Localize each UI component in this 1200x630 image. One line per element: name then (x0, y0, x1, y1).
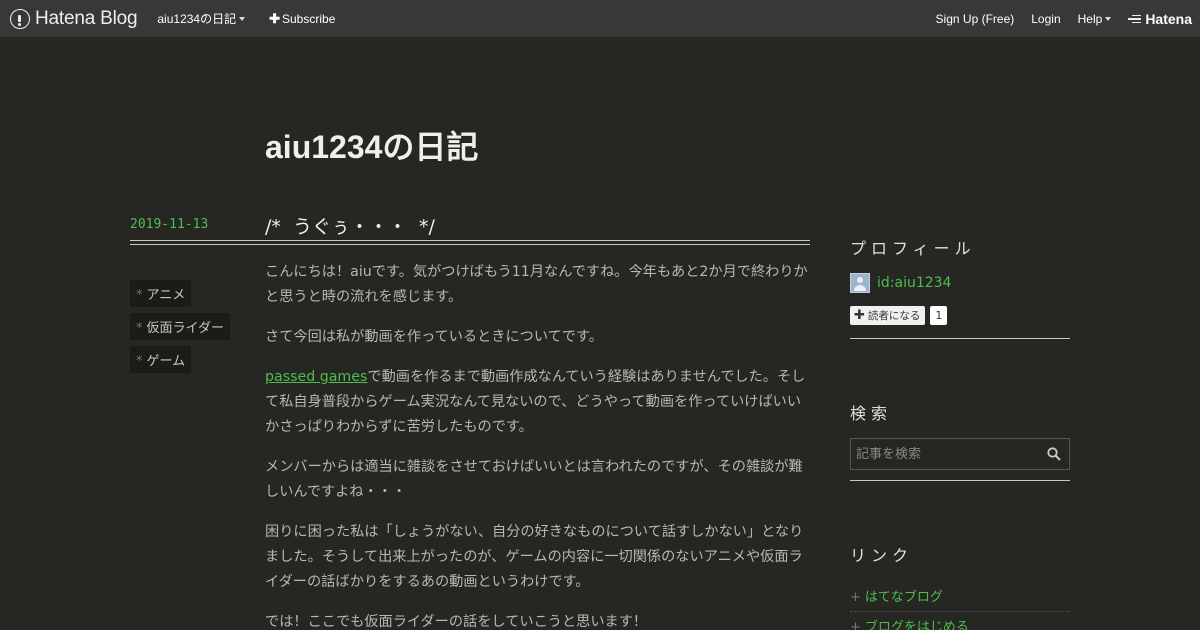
subscribe-button[interactable]: ✚ Subscribe (269, 11, 335, 27)
passed-games-link[interactable]: passed games (265, 369, 367, 385)
caret-down-icon (239, 16, 246, 21)
search-icon[interactable] (1047, 447, 1061, 461)
entry-date[interactable]: 2019-11-13 (130, 217, 208, 232)
category-label: ゲーム (146, 354, 186, 369)
paragraph: こんにちは！aiuです。気がつけばもう11月なんですね。今年もあと2か月で終わり… (265, 264, 808, 305)
link-hatena-blog[interactable]: + はてなブログ (850, 586, 1070, 612)
paragraph: では！ここでも仮面ライダーの話をしていこうと思います！ (265, 614, 648, 630)
login-link[interactable]: Login (1031, 12, 1060, 26)
profile-heading: プロフィール (850, 239, 976, 258)
hatena-logo[interactable]: Hatena (1128, 11, 1192, 27)
search-box (850, 438, 1070, 470)
paragraph: メンバーからは適当に雑談をさせておけばいいとは言われたのですが、その雑談が難しい… (265, 459, 803, 500)
paragraph: さて今回は私が動画を作っているときについてです。 (265, 329, 603, 345)
title-divider (130, 240, 810, 245)
link-start-blog[interactable]: + ブログをはじめる (850, 616, 1070, 630)
plus-icon: ✚ (854, 308, 865, 323)
right-nav: Sign Up (Free) Login Help Hatena (936, 11, 1200, 27)
signup-link[interactable]: Sign Up (Free) (936, 12, 1015, 26)
profile: id:aiu1234 (850, 273, 951, 293)
category-kamen-rider[interactable]: * 仮面ライダー (130, 313, 230, 340)
search-heading: 検索 (850, 404, 893, 423)
sidebar-divider (850, 338, 1070, 339)
hatena-blog-logo[interactable]: Hatena Blog (10, 7, 138, 30)
help-label: Help (1077, 11, 1103, 26)
category-label: 仮面ライダー (146, 321, 224, 336)
entry-content: こんにちは！aiuです。気がつけばもう11月なんですね。今年もあと2か月で終わり… (265, 260, 810, 630)
global-header: Hatena Blog aiu1234の日記 ✚ Subscribe Sign … (0, 0, 1200, 37)
hatena-blog-icon (10, 8, 30, 29)
link-label: はてなブログ (864, 590, 943, 605)
blog-title[interactable]: aiu1234の日記 (265, 122, 478, 168)
category-label: アニメ (146, 288, 186, 303)
reader-button-label: 読者になる (867, 310, 921, 322)
paragraph: passed gamesで動画を作るまで動画作成なんていう経験はありませんでした… (265, 365, 810, 440)
brand-text: Hatena Blog (35, 7, 138, 29)
link-label: ブログをはじめる (864, 620, 969, 630)
avatar[interactable] (850, 273, 870, 293)
reader-count: 1 (930, 306, 948, 325)
sidebar-divider (850, 480, 1070, 481)
search-input[interactable] (851, 446, 1041, 462)
subscribe-label: Subscribe (282, 11, 336, 26)
paragraph: 困りに困った私は「しょうがない、自分の好きなものについて話すしかない」となりまし… (265, 524, 804, 590)
help-dropdown[interactable]: Help (1078, 12, 1112, 26)
entry-title[interactable]: /* うぐぅ・・・ */ (265, 212, 435, 239)
entry-categories: * アニメ * 仮面ライダー * ゲーム (130, 280, 230, 379)
profile-id-link[interactable]: id:aiu1234 (877, 275, 951, 291)
caret-down-icon (1105, 16, 1112, 21)
become-reader-button[interactable]: ✚ 読者になる (850, 306, 926, 325)
category-anime[interactable]: * アニメ (130, 280, 192, 307)
blog-menu-dropdown[interactable]: aiu1234の日記 (157, 10, 246, 27)
reader-widget: ✚ 読者になる 1 (850, 306, 948, 325)
category-game[interactable]: * ゲーム (130, 346, 192, 373)
blog-menu-label: aiu1234の日記 (157, 12, 237, 26)
hatena-icon (1128, 14, 1142, 24)
hatena-text: Hatena (1145, 10, 1192, 27)
links-heading: リンク (850, 546, 914, 565)
plus-icon: ✚ (269, 10, 280, 26)
